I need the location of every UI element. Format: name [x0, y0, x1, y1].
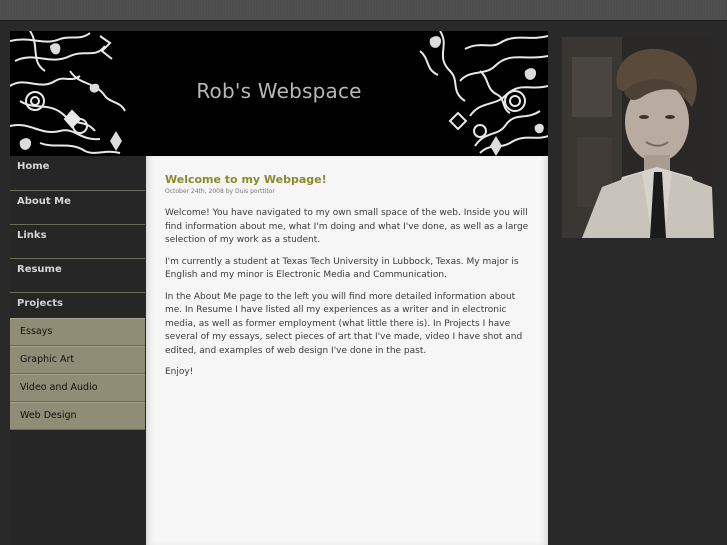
post-paragraph: In the About Me page to the left you wil… [165, 291, 523, 356]
post-paragraph: I'm currently a student at Texas Tech Un… [165, 256, 519, 281]
nav-item-links[interactable]: Links [10, 225, 145, 259]
post-meta: October 24th, 2008 by Duis porttitor [165, 188, 275, 195]
submenu-item-essays[interactable]: Essays [10, 318, 145, 346]
submenu-item-graphic-art[interactable]: Graphic Art [10, 346, 145, 374]
nav-item-resume[interactable]: Resume [10, 259, 145, 293]
nav-item-projects[interactable]: Projects [10, 293, 145, 318]
post-title[interactable]: Welcome to my Webpage! [165, 173, 529, 186]
post: Welcome to my Webpage! October 24th, 200… [165, 173, 529, 388]
post-paragraph: Enjoy! [165, 367, 194, 377]
projects-submenu: Essays Graphic Art Video and Audio Web D… [10, 318, 145, 430]
profile-photo [562, 37, 714, 238]
portrait-image-icon [562, 37, 714, 238]
sidebar-nav: Home About Me Links Resume Projects Essa… [10, 156, 145, 545]
top-strip [0, 0, 727, 21]
nav-item-home[interactable]: Home [10, 156, 145, 191]
header-banner: Rob's Webspace [10, 31, 548, 156]
nav-item-about-me[interactable]: About Me [10, 191, 145, 225]
post-paragraph: Welcome! You have navigated to my own sm… [165, 208, 529, 245]
main-content: Welcome to my Webpage! October 24th, 200… [146, 156, 548, 545]
submenu-item-web-design[interactable]: Web Design [10, 402, 145, 430]
submenu-item-video-and-audio[interactable]: Video and Audio [10, 374, 145, 402]
site-title: Rob's Webspace [196, 79, 362, 103]
